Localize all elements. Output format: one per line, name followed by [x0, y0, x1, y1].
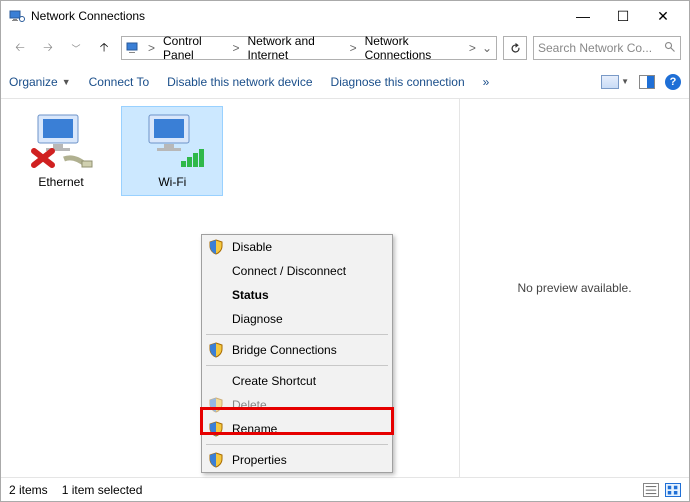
adapter-label: Wi-Fi — [122, 173, 222, 195]
address-bar[interactable]: > Control Panel > Network and Internet >… — [121, 36, 497, 60]
preview-empty-text: No preview available. — [517, 281, 631, 295]
window-title: Network Connections — [31, 9, 561, 23]
menu-properties[interactable]: Properties — [202, 448, 392, 472]
preview-pane: No preview available. — [459, 99, 689, 477]
organize-button[interactable]: Organize▼ — [9, 75, 71, 89]
shield-icon — [208, 452, 224, 468]
shield-icon — [208, 239, 224, 255]
preview-pane-button[interactable] — [639, 75, 655, 89]
overflow-button[interactable]: » — [483, 75, 490, 89]
search-icon — [664, 41, 676, 56]
shield-icon — [208, 397, 224, 413]
menu-separator — [206, 334, 388, 335]
crumb-sep: > — [146, 41, 157, 55]
minimize-button[interactable]: — — [565, 4, 601, 28]
search-input[interactable]: Search Network Co... — [533, 36, 681, 60]
connect-to-button[interactable]: Connect To — [89, 75, 150, 89]
wifi-icon — [137, 111, 207, 171]
item-pane[interactable]: Ethernet Wi-Fi Disable Connect / Disconn… — [1, 99, 459, 477]
main-area: Ethernet Wi-Fi Disable Connect / Disconn… — [1, 99, 689, 477]
maximize-button[interactable]: ☐ — [605, 4, 641, 28]
up-button[interactable]: 🡡 — [93, 37, 115, 59]
search-placeholder: Search Network Co... — [538, 41, 652, 55]
menu-status[interactable]: Status — [202, 283, 392, 307]
adapter-wifi[interactable]: Wi-Fi — [122, 107, 222, 195]
crumb-sep: > — [230, 41, 241, 55]
crumb-network-internet[interactable]: Network and Internet — [245, 34, 343, 62]
large-icons-view-button[interactable] — [665, 483, 681, 497]
menu-delete: Delete — [202, 393, 392, 417]
disable-device-button[interactable]: Disable this network device — [167, 75, 312, 89]
menu-create-shortcut[interactable]: Create Shortcut — [202, 369, 392, 393]
status-item-count: 2 items — [9, 483, 48, 497]
menu-separator — [206, 444, 388, 445]
menu-separator — [206, 365, 388, 366]
forward-button: 🡢 — [37, 37, 59, 59]
shield-icon — [208, 342, 224, 358]
status-bar: 2 items 1 item selected — [1, 477, 689, 501]
crumb-sep: > — [467, 41, 478, 55]
diagnose-connection-button[interactable]: Diagnose this connection — [331, 75, 465, 89]
status-selected-count: 1 item selected — [62, 483, 143, 497]
location-icon — [126, 40, 142, 56]
ethernet-icon — [26, 111, 96, 171]
context-menu: Disable Connect / Disconnect Status Diag… — [201, 234, 393, 473]
crumb-sep: > — [348, 41, 359, 55]
adapter-label: Ethernet — [11, 173, 111, 195]
back-button[interactable]: 🡠 — [9, 37, 31, 59]
title-bar: Network Connections — ☐ ✕ — [1, 1, 689, 31]
menu-disable[interactable]: Disable — [202, 235, 392, 259]
shield-icon — [208, 421, 224, 437]
recent-button[interactable]: ﹀ — [65, 37, 87, 59]
menu-rename[interactable]: Rename — [202, 417, 392, 441]
menu-diagnose[interactable]: Diagnose — [202, 307, 392, 331]
menu-bridge[interactable]: Bridge Connections — [202, 338, 392, 362]
menu-connect-disconnect[interactable]: Connect / Disconnect — [202, 259, 392, 283]
view-icon — [601, 75, 619, 89]
refresh-button[interactable] — [503, 36, 527, 60]
crumb-control-panel[interactable]: Control Panel — [161, 34, 226, 62]
view-menu-button[interactable]: ▼ — [601, 75, 629, 89]
address-dropdown-icon[interactable]: ⌄ — [482, 41, 492, 55]
address-row: 🡠 🡢 ﹀ 🡡 > Control Panel > Network and In… — [1, 31, 689, 65]
crumb-network-connections[interactable]: Network Connections — [363, 34, 463, 62]
help-button[interactable]: ? — [665, 74, 681, 90]
refresh-icon — [509, 42, 522, 55]
chevron-down-icon: ▼ — [62, 77, 71, 87]
adapter-ethernet[interactable]: Ethernet — [11, 107, 111, 195]
app-icon — [9, 8, 25, 24]
chevron-down-icon: ▼ — [621, 77, 629, 86]
close-button[interactable]: ✕ — [645, 4, 681, 28]
details-view-button[interactable] — [643, 483, 659, 497]
command-bar: Organize▼ Connect To Disable this networ… — [1, 65, 689, 99]
